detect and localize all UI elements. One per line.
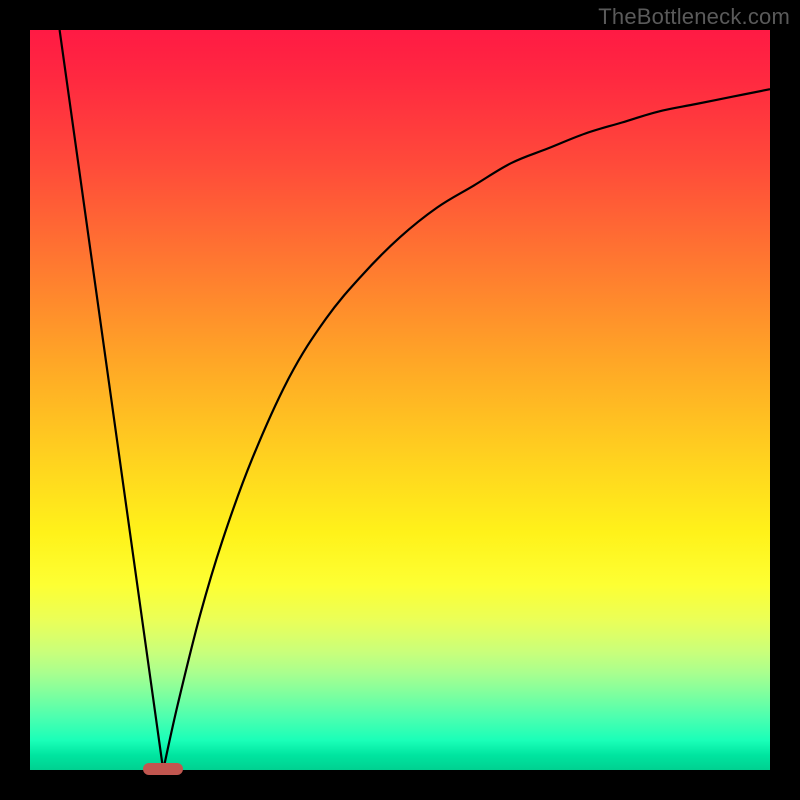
chart-curves (30, 30, 770, 770)
watermark-text: TheBottleneck.com (598, 4, 790, 30)
chart-frame: TheBottleneck.com (0, 0, 800, 800)
trough-marker (143, 763, 183, 775)
plot-area (30, 30, 770, 770)
curve-path (60, 30, 770, 770)
